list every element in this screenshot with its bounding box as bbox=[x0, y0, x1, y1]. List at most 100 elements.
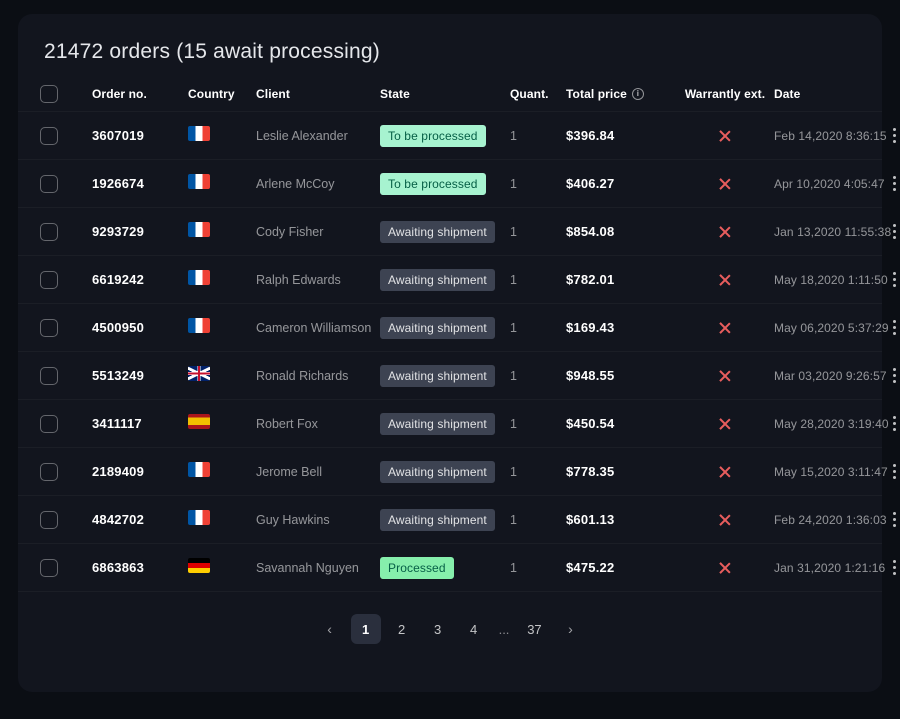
cell-country bbox=[188, 558, 256, 578]
table-row[interactable]: 2189409Jerome BellAwaiting shipment1$778… bbox=[18, 448, 882, 496]
pagination-page[interactable]: 3 bbox=[423, 614, 453, 644]
row-actions-button[interactable] bbox=[884, 364, 900, 388]
row-actions-button[interactable] bbox=[884, 316, 900, 340]
cell-quant: 1 bbox=[510, 417, 566, 431]
cell-order-no: 1926674 bbox=[92, 176, 188, 191]
header-warranty[interactable]: Warrantly ext. bbox=[676, 87, 774, 101]
cell-date: Mar 03,2020 9:26:57 bbox=[774, 369, 884, 383]
header-order-no[interactable]: Order no. bbox=[92, 87, 188, 101]
cell-date: Apr 10,2020 4:05:47 bbox=[774, 177, 884, 191]
row-actions-button[interactable] bbox=[884, 124, 900, 148]
header-state[interactable]: State bbox=[380, 87, 510, 101]
cell-order-no: 4500950 bbox=[92, 320, 188, 335]
cell-order-no: 9293729 bbox=[92, 224, 188, 239]
cell-warranty bbox=[676, 513, 774, 527]
close-icon bbox=[718, 273, 732, 287]
pagination-page[interactable]: 1 bbox=[351, 614, 381, 644]
state-badge: Awaiting shipment bbox=[380, 413, 495, 435]
select-all-checkbox[interactable] bbox=[40, 85, 58, 103]
close-icon bbox=[718, 465, 732, 479]
row-actions-button[interactable] bbox=[884, 508, 900, 532]
country-flag-icon bbox=[188, 462, 210, 477]
cell-country bbox=[188, 126, 256, 146]
country-flag-icon bbox=[188, 510, 210, 525]
state-badge: Processed bbox=[380, 557, 454, 579]
cell-date: May 06,2020 5:37:29 bbox=[774, 321, 884, 335]
cell-warranty bbox=[676, 177, 774, 191]
table-row[interactable]: 5513249Ronald RichardsAwaiting shipment1… bbox=[18, 352, 882, 400]
header-quant[interactable]: Quant. bbox=[510, 87, 566, 101]
row-checkbox[interactable] bbox=[40, 367, 58, 385]
cell-client: Cody Fisher bbox=[256, 225, 380, 239]
cell-state: Awaiting shipment bbox=[380, 317, 510, 339]
cell-order-no: 6619242 bbox=[92, 272, 188, 287]
table-row[interactable]: 4500950Cameron WilliamsonAwaiting shipme… bbox=[18, 304, 882, 352]
info-icon[interactable]: i bbox=[632, 88, 644, 100]
state-badge: Awaiting shipment bbox=[380, 221, 495, 243]
header-country[interactable]: Country bbox=[188, 87, 256, 101]
table-row[interactable]: 1926674Arlene McCoyTo be processed1$406.… bbox=[18, 160, 882, 208]
cell-price: $782.01 bbox=[566, 272, 676, 287]
row-checkbox[interactable] bbox=[40, 511, 58, 529]
cell-date: May 28,2020 3:19:40 bbox=[774, 417, 884, 431]
row-actions-button[interactable] bbox=[884, 220, 900, 244]
pagination-next[interactable]: › bbox=[555, 614, 585, 644]
orders-panel: 21472 orders (15 await processing) Order… bbox=[18, 14, 882, 692]
row-checkbox[interactable] bbox=[40, 463, 58, 481]
row-checkbox[interactable] bbox=[40, 175, 58, 193]
header-client[interactable]: Client bbox=[256, 87, 380, 101]
pagination-last-page[interactable]: 37 bbox=[519, 614, 549, 644]
cell-order-no: 2189409 bbox=[92, 464, 188, 479]
row-actions-button[interactable] bbox=[884, 172, 900, 196]
close-icon bbox=[718, 513, 732, 527]
table-row[interactable]: 6619242Ralph EdwardsAwaiting shipment1$7… bbox=[18, 256, 882, 304]
cell-price: $406.27 bbox=[566, 176, 676, 191]
cell-country bbox=[188, 318, 256, 338]
pagination-page[interactable]: 4 bbox=[459, 614, 489, 644]
row-checkbox[interactable] bbox=[40, 271, 58, 289]
row-actions-button[interactable] bbox=[884, 460, 900, 484]
cell-warranty bbox=[676, 321, 774, 335]
cell-quant: 1 bbox=[510, 561, 566, 575]
cell-state: To be processed bbox=[380, 125, 510, 147]
cell-quant: 1 bbox=[510, 129, 566, 143]
country-flag-icon bbox=[188, 222, 210, 237]
table-row[interactable]: 3411117Robert FoxAwaiting shipment1$450.… bbox=[18, 400, 882, 448]
table-row[interactable]: 6863863Savannah NguyenProcessed1$475.22J… bbox=[18, 544, 882, 592]
row-actions-button[interactable] bbox=[884, 412, 900, 436]
row-checkbox[interactable] bbox=[40, 559, 58, 577]
header-checkbox-cell bbox=[36, 85, 92, 103]
cell-state: Processed bbox=[380, 557, 510, 579]
country-flag-icon bbox=[188, 558, 210, 573]
cell-quant: 1 bbox=[510, 273, 566, 287]
row-checkbox[interactable] bbox=[40, 319, 58, 337]
cell-order-no: 3607019 bbox=[92, 128, 188, 143]
close-icon bbox=[718, 129, 732, 143]
cell-order-no: 6863863 bbox=[92, 560, 188, 575]
table-row[interactable]: 9293729Cody FisherAwaiting shipment1$854… bbox=[18, 208, 882, 256]
cell-order-no: 4842702 bbox=[92, 512, 188, 527]
header-date[interactable]: Date bbox=[774, 87, 884, 101]
cell-quant: 1 bbox=[510, 513, 566, 527]
cell-price: $450.54 bbox=[566, 416, 676, 431]
row-checkbox[interactable] bbox=[40, 127, 58, 145]
table-row[interactable]: 4842702Guy HawkinsAwaiting shipment1$601… bbox=[18, 496, 882, 544]
row-checkbox[interactable] bbox=[40, 223, 58, 241]
cell-country bbox=[188, 510, 256, 530]
cell-date: Jan 13,2020 11:55:38 bbox=[774, 225, 884, 239]
cell-quant: 1 bbox=[510, 177, 566, 191]
row-actions-button[interactable] bbox=[884, 268, 900, 292]
row-actions-button[interactable] bbox=[884, 556, 900, 580]
cell-country bbox=[188, 270, 256, 290]
state-badge: To be processed bbox=[380, 173, 486, 195]
row-checkbox[interactable] bbox=[40, 415, 58, 433]
cell-client: Ralph Edwards bbox=[256, 273, 380, 287]
cell-quant: 1 bbox=[510, 321, 566, 335]
table-row[interactable]: 3607019Leslie AlexanderTo be processed1$… bbox=[18, 112, 882, 160]
header-total-price[interactable]: Total price i bbox=[566, 87, 676, 101]
pagination-page[interactable]: 2 bbox=[387, 614, 417, 644]
cell-warranty bbox=[676, 369, 774, 383]
pagination-prev[interactable]: ‹ bbox=[315, 614, 345, 644]
close-icon bbox=[718, 561, 732, 575]
state-badge: To be processed bbox=[380, 125, 486, 147]
